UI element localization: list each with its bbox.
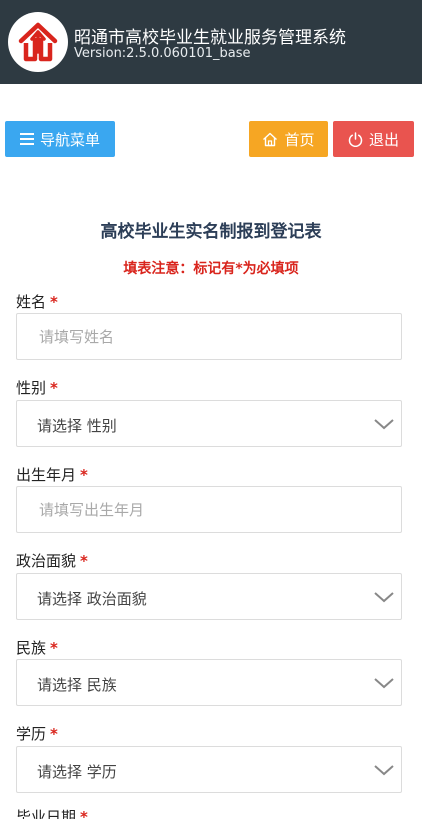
field-label-name: 姓名 * <box>16 293 58 311</box>
field-label-education: 学历 * <box>16 725 58 743</box>
education-select[interactable]: 请选择 学历 <box>16 746 402 793</box>
field-label-birth: 出生年月 * <box>16 466 88 484</box>
name-field[interactable] <box>16 313 402 360</box>
exit-button[interactable]: 退出 <box>333 121 414 157</box>
chevron-down-icon <box>373 762 395 781</box>
house-arrow-logo-icon <box>8 12 68 72</box>
app-version: Version:2.5.0.060101_base <box>74 46 251 61</box>
gender-select-value: 请选择 性别 <box>37 417 117 435</box>
ethnicity-select[interactable]: 请选择 民族 <box>16 659 402 706</box>
field-label-gender: 性别 * <box>16 379 58 397</box>
birth-date-input[interactable] <box>17 487 401 532</box>
nav-menu-label: 导航菜单 <box>39 130 100 149</box>
menu-icon <box>19 133 34 145</box>
field-label-ethnicity: 民族 * <box>16 639 58 657</box>
chevron-down-icon <box>373 675 395 694</box>
chevron-down-icon <box>373 589 395 608</box>
education-select-value: 请选择 学历 <box>37 763 117 781</box>
birth-date-field[interactable] <box>16 486 402 533</box>
power-icon <box>348 131 363 147</box>
form-title: 高校毕业生实名制报到登记表 <box>100 222 322 242</box>
home-button[interactable]: 首页 <box>249 121 328 157</box>
app-header: 昭通市高校毕业生就业服务管理系统 Version:2.5.0.060101_ba… <box>0 0 422 84</box>
form-note: 填表注意：标记有*为必填项 <box>123 261 299 277</box>
app-title: 昭通市高校毕业生就业服务管理系统 <box>74 28 346 48</box>
field-label-political: 政治面貌 * <box>16 552 88 570</box>
home-label: 首页 <box>284 130 315 149</box>
nav-menu-button[interactable]: 导航菜单 <box>5 121 115 157</box>
name-input[interactable] <box>17 314 401 359</box>
ethnicity-select-value: 请选择 民族 <box>37 676 117 694</box>
political-status-select-value: 请选择 政治面貌 <box>37 590 147 608</box>
gender-select[interactable]: 请选择 性别 <box>16 400 402 447</box>
field-label-graduation-date: 毕业日期 * <box>16 808 88 819</box>
chevron-down-icon <box>373 416 395 435</box>
exit-label: 退出 <box>368 130 399 149</box>
political-status-select[interactable]: 请选择 政治面貌 <box>16 573 402 620</box>
home-icon <box>262 132 278 147</box>
